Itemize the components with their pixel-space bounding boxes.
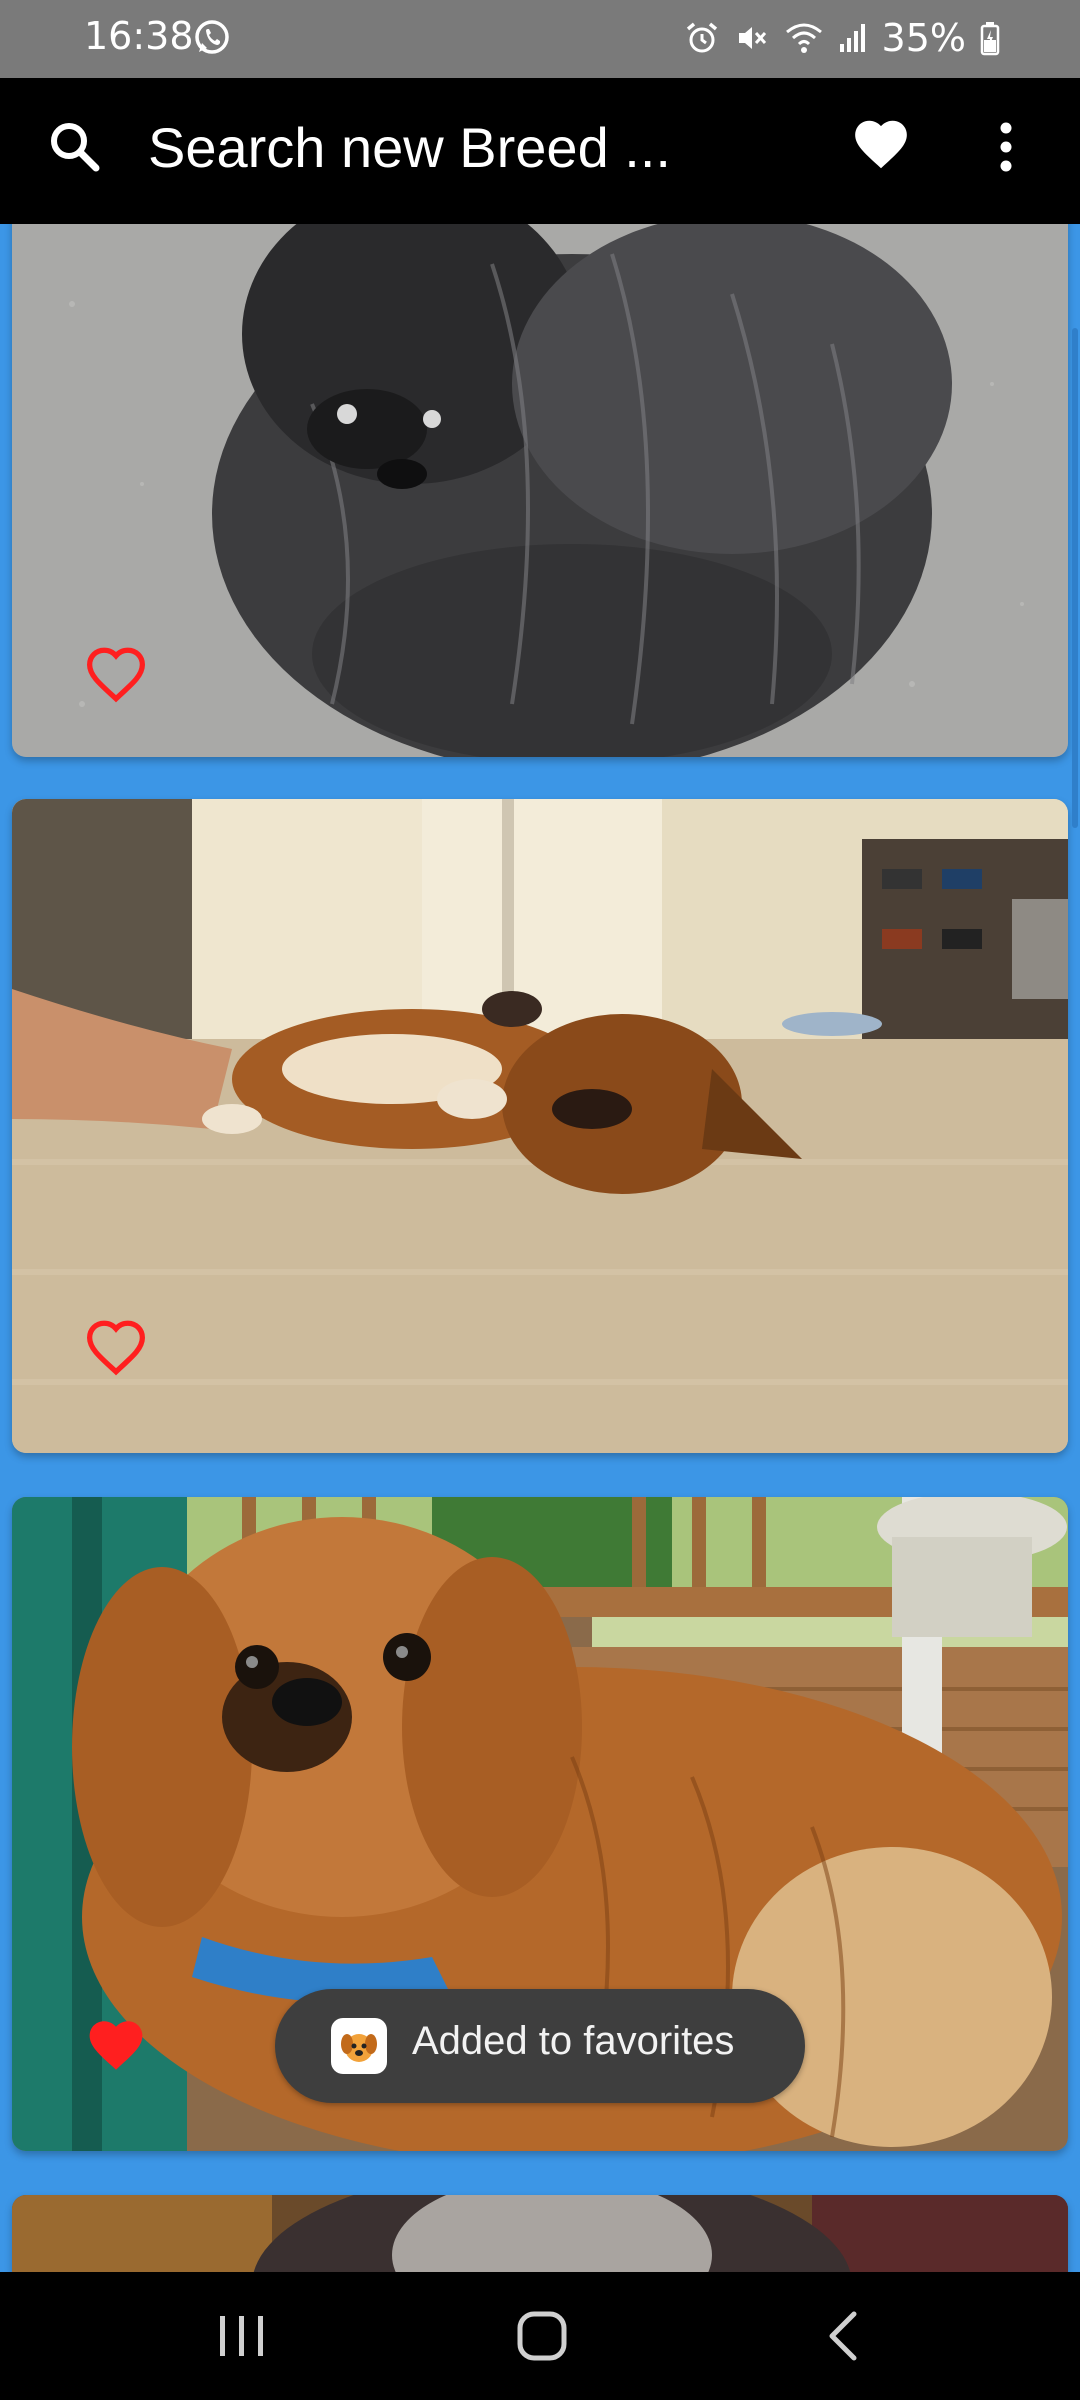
app-bar: Search new Breed ...	[0, 78, 1080, 224]
signal-icon	[838, 20, 868, 56]
battery-percent: 35%	[881, 16, 966, 60]
back-icon[interactable]	[818, 2308, 868, 2364]
search-icon[interactable]	[42, 114, 108, 180]
dog-photo	[12, 224, 1068, 757]
recents-icon[interactable]	[212, 2310, 272, 2362]
search-breed-title[interactable]: Search new Breed ...	[148, 108, 671, 188]
mute-icon	[734, 20, 770, 56]
more-vert-icon[interactable]	[984, 118, 1028, 178]
toast-message: Added to favorites	[412, 2019, 735, 2063]
dog-photo	[12, 2195, 1068, 2272]
battery-icon	[980, 20, 1000, 56]
app-icon	[331, 2018, 387, 2074]
dog-photo	[12, 799, 1068, 1453]
wifi-icon	[784, 20, 824, 56]
status-bar: 16:38 35%	[0, 0, 1080, 78]
alarm-icon	[684, 20, 720, 56]
whatsapp-icon	[192, 17, 232, 57]
status-indicators: 35%	[684, 16, 1000, 60]
favorite-heart-outline-icon[interactable]	[84, 646, 148, 704]
scrollbar-thumb[interactable]	[1072, 328, 1078, 828]
favorite-heart-outline-icon[interactable]	[84, 1319, 148, 1377]
breed-image-feed[interactable]	[0, 224, 1080, 2272]
favorites-heart-icon[interactable]	[850, 114, 912, 176]
favorite-heart-filled-icon[interactable]	[84, 2017, 148, 2075]
status-time: 16:38	[84, 14, 194, 58]
home-icon[interactable]	[514, 2308, 570, 2364]
dog-image-card[interactable]	[12, 799, 1068, 1453]
navigation-bar	[0, 2272, 1080, 2400]
dog-image-card[interactable]	[12, 224, 1068, 757]
toast: Added to favorites	[275, 1989, 805, 2103]
dog-image-card[interactable]	[12, 2195, 1068, 2272]
